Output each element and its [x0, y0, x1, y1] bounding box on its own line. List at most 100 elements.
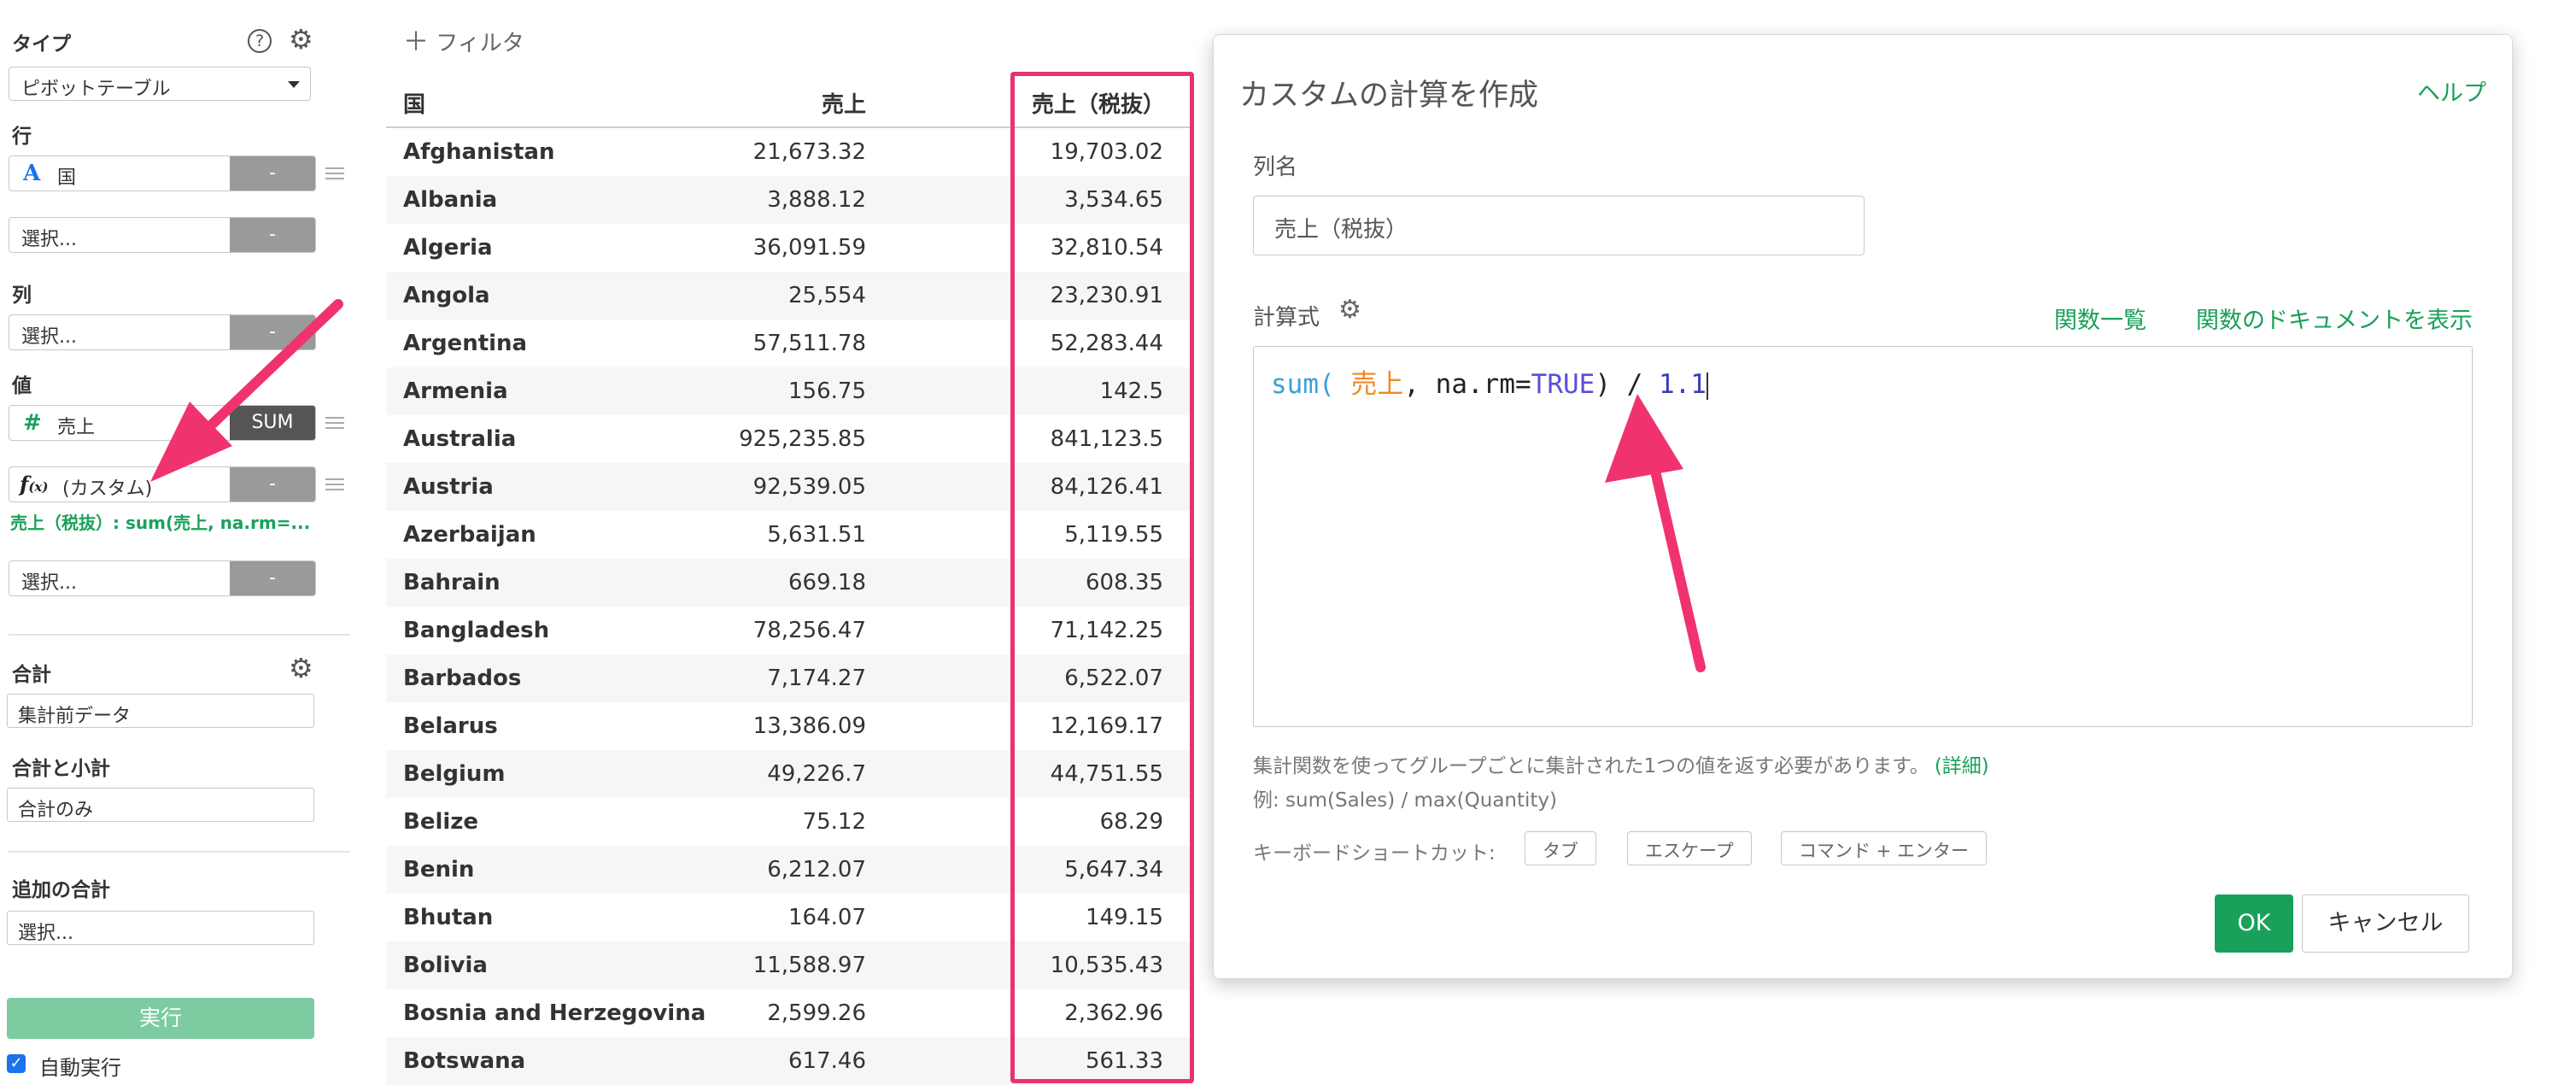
country-cell: Albania — [403, 187, 498, 213]
country-cell: Bahrain — [403, 570, 501, 595]
subtotal-label: 合計と小計 — [12, 758, 110, 780]
column-name-input[interactable]: 売上（税抜） — [1253, 196, 1865, 255]
sales-cell: 49,226.7 — [767, 761, 866, 787]
sales-cell: 78,256.47 — [752, 618, 866, 643]
code-args: , na.rm= — [1403, 369, 1531, 400]
remove-custom-button[interactable]: - — [230, 467, 315, 501]
gear-icon[interactable]: ⚙ — [289, 654, 313, 682]
drag-handle-icon[interactable] — [325, 478, 344, 490]
filter-label: フィルタ — [436, 31, 524, 56]
total-select[interactable]: 集計前データ — [7, 694, 314, 728]
custom-field-label: (カスタム) — [62, 478, 153, 500]
number-type-icon: # — [23, 410, 42, 436]
formula-editor[interactable]: sum( 売上, na.rm=TRUE) / 1.1 — [1253, 346, 2473, 727]
rows-minus-button[interactable]: - — [230, 218, 315, 252]
rows-label: 行 — [12, 126, 32, 148]
drag-handle-icon[interactable] — [325, 167, 344, 179]
code-function: sum — [1271, 369, 1319, 400]
run-button[interactable]: 実行 — [7, 998, 314, 1039]
country-cell: Australia — [403, 426, 517, 452]
country-cell: Bosnia and Herzegovina — [403, 1000, 706, 1026]
row-field-label: 国 — [57, 167, 77, 189]
help-link[interactable]: ヘルプ — [2417, 74, 2486, 108]
code-field: 売上 — [1334, 369, 1404, 400]
value-field-sales[interactable]: # 売上 SUM — [9, 405, 316, 441]
highlight-box — [1010, 72, 1194, 1083]
country-cell: Bolivia — [403, 953, 488, 978]
code-boolean: TRUE — [1531, 369, 1595, 400]
custom-field-description: 売上（税抜）: sum(売上, na.rm=... — [10, 513, 311, 533]
country-cell: Argentina — [403, 331, 528, 356]
plus-icon: ＋ — [403, 27, 429, 57]
columns-minus-button[interactable]: - — [230, 315, 315, 349]
value-field-custom[interactable]: f(x) (カスタム) - — [9, 466, 316, 502]
country-cell: Belgium — [403, 761, 506, 787]
country-cell: Austria — [403, 474, 494, 500]
country-cell: Belarus — [403, 713, 498, 739]
sales-cell: 669.18 — [788, 570, 866, 595]
country-cell: Benin — [403, 857, 475, 883]
rows-select-placeholder: 選択... — [21, 229, 77, 250]
sales-cell: 925,235.85 — [739, 426, 866, 452]
shortcut-label: キーボードショートカット: — [1253, 842, 1496, 865]
auto-run-checkbox[interactable]: ✓ — [7, 1054, 26, 1073]
sales-cell: 25,554 — [788, 283, 866, 308]
sales-cell: 617.46 — [788, 1048, 866, 1074]
extra-total-select[interactable]: 選択... — [7, 911, 314, 945]
add-filter-button[interactable]: ＋ フィルタ — [403, 21, 524, 58]
country-cell: Botswana — [403, 1048, 526, 1074]
divider — [9, 851, 350, 853]
subtotal-select[interactable]: 合計のみ — [7, 788, 314, 822]
rows-select[interactable]: 選択... - — [9, 217, 316, 253]
row-field-country[interactable]: A 国 - — [9, 155, 316, 191]
sales-cell: 36,091.59 — [752, 235, 866, 261]
cancel-button[interactable]: キャンセル — [2302, 894, 2469, 953]
dialog-title: カスタムの計算を作成 — [1239, 79, 1539, 113]
formula-settings-icon[interactable]: ⚙ — [1338, 295, 1361, 325]
country-cell: Bhutan — [403, 905, 494, 930]
sales-cell: 156.75 — [788, 378, 866, 404]
sales-cell: 75.12 — [802, 809, 866, 835]
sales-cell: 21,673.32 — [752, 139, 866, 165]
column-header-sales[interactable]: 売上 — [822, 87, 866, 119]
function-list-link[interactable]: 関数一覧 — [2054, 302, 2146, 335]
formula-hint: 集計関数を使ってグループごとに集計された1つの値を返す必要があります。 (詳細) — [1253, 749, 1989, 778]
formula-label: 計算式 — [1253, 305, 1320, 331]
sales-cell: 5,631.51 — [767, 522, 866, 548]
aggregation-button[interactable]: SUM — [230, 406, 315, 440]
country-cell: Bangladesh — [403, 618, 550, 643]
chevron-down-icon — [288, 81, 300, 88]
remove-row-button[interactable]: - — [230, 156, 315, 191]
help-icon[interactable]: ? — [248, 29, 272, 53]
columns-label: 列 — [12, 284, 32, 307]
sales-cell: 92,539.05 — [752, 474, 866, 500]
sales-cell: 11,588.97 — [752, 953, 866, 978]
shortcut-cmd-enter: コマンド + エンター — [1781, 831, 1987, 865]
values-minus-button[interactable]: - — [230, 561, 315, 595]
chart-type-value: ピボットテーブル — [21, 79, 171, 100]
details-link[interactable]: (詳細) — [1935, 755, 1989, 777]
column-header-country[interactable]: 国 — [403, 87, 425, 119]
chart-type-select[interactable]: ピボットテーブル — [9, 67, 311, 101]
sales-cell: 3,888.12 — [767, 187, 866, 213]
country-cell: Armenia — [403, 378, 508, 404]
columns-select[interactable]: 選択... - — [9, 314, 316, 350]
code-number: 1.1 — [1658, 369, 1707, 400]
hint-text: 集計関数を使ってグループごとに集計された1つの値を返す必要があります。 — [1253, 755, 1929, 777]
sales-cell: 6,212.07 — [767, 857, 866, 883]
gear-icon[interactable]: ⚙ — [289, 26, 313, 53]
drag-handle-icon[interactable] — [325, 417, 344, 429]
country-cell: Angola — [403, 283, 490, 308]
country-cell: Afghanistan — [403, 139, 555, 165]
ok-button[interactable]: OK — [2215, 894, 2293, 953]
formula-code[interactable]: sum( 売上, na.rm=TRUE) / 1.1 — [1271, 362, 1708, 401]
sales-cell: 57,511.78 — [752, 331, 866, 356]
code-operator: ) / — [1595, 369, 1659, 400]
sales-cell: 13,386.09 — [752, 713, 866, 739]
sales-cell: 164.07 — [788, 905, 866, 930]
country-cell: Algeria — [403, 235, 493, 261]
country-cell: Azerbaijan — [403, 522, 536, 548]
function-docs-link[interactable]: 関数のドキュメントを表示 — [2196, 302, 2473, 335]
values-select[interactable]: 選択... - — [9, 560, 316, 596]
function-icon: f(x) — [20, 472, 49, 496]
